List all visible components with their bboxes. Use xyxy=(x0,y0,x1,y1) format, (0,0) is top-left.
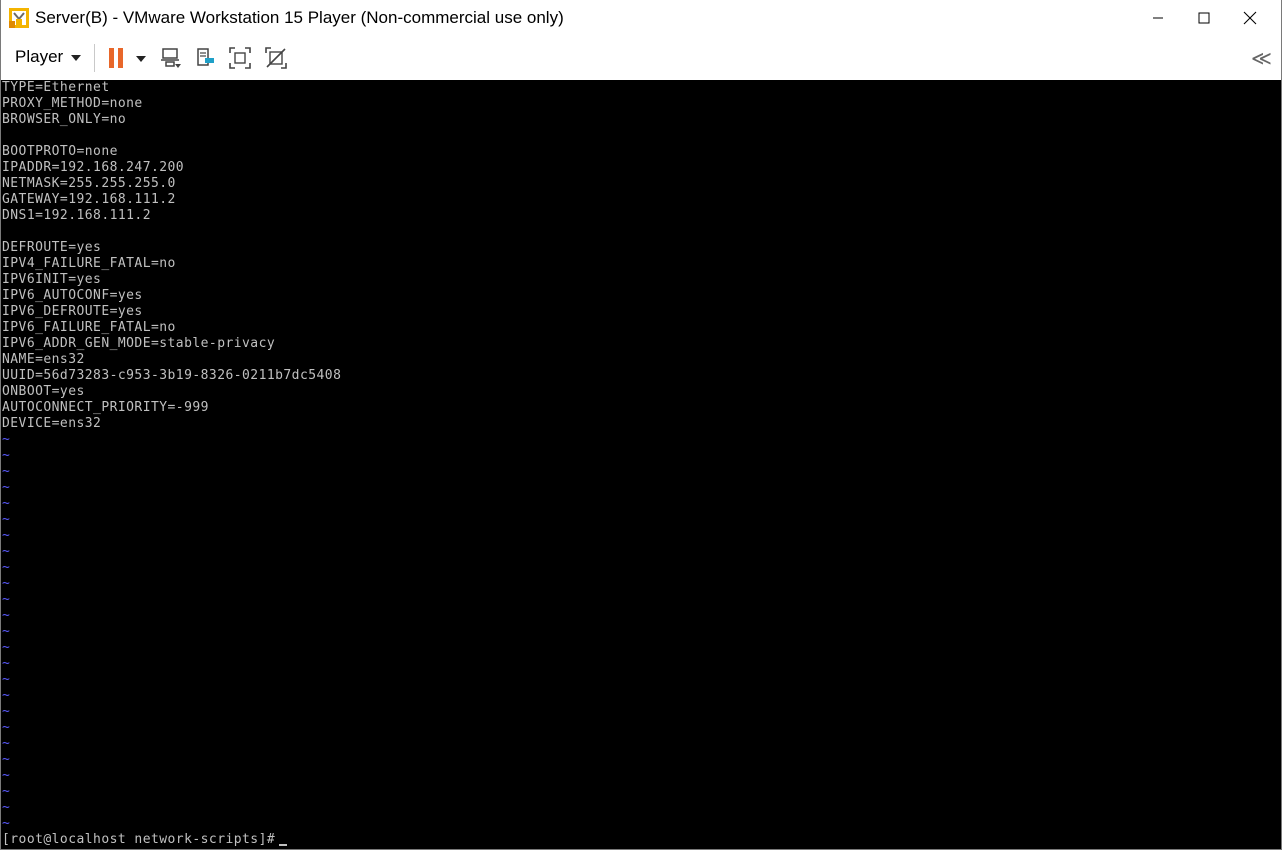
vi-empty-line-marker: ~ xyxy=(2,480,11,495)
console-line: BROWSER_ONLY=no xyxy=(2,112,127,127)
title-bar[interactable]: Server(B) - VMware Workstation 15 Player… xyxy=(1,0,1281,36)
pause-icon xyxy=(109,48,123,68)
vi-empty-line-marker: ~ xyxy=(2,736,11,751)
chevron-down-icon xyxy=(71,54,82,61)
console-line: GATEWAY=192.168.111.2 xyxy=(2,192,176,207)
vi-empty-line-marker: ~ xyxy=(2,448,11,463)
text-cursor xyxy=(279,844,288,846)
vi-empty-line-marker: ~ xyxy=(2,720,11,735)
console-line: PROXY_METHOD=none xyxy=(2,96,143,111)
vi-empty-line-marker: ~ xyxy=(2,816,11,831)
shell-prompt-line: [root@localhost network-scripts]# xyxy=(2,832,288,848)
minimize-button[interactable] xyxy=(1135,0,1181,36)
console-line: BOOTPROTO=none xyxy=(2,144,118,159)
send-ctrl-alt-del-button[interactable] xyxy=(157,44,185,72)
console-line: IPV6_ADDR_GEN_MODE=stable-privacy xyxy=(2,336,276,351)
shell-prompt: [root@localhost network-scripts]# xyxy=(2,832,276,847)
player-menu-button[interactable]: Player xyxy=(9,43,87,71)
vi-empty-line-marker: ~ xyxy=(2,784,11,799)
toolbar: Player ≪ xyxy=(1,36,1281,80)
console-line: AUTOCONNECT_PRIORITY=-999 xyxy=(2,400,209,415)
vi-empty-line-marker: ~ xyxy=(2,432,11,447)
vi-empty-line-marker: ~ xyxy=(2,688,11,703)
unity-icon xyxy=(265,47,287,69)
vi-empty-line-marker: ~ xyxy=(2,560,11,575)
vi-empty-line-marker: ~ xyxy=(2,464,11,479)
removable-devices-button[interactable] xyxy=(193,44,219,72)
maximize-icon xyxy=(1198,12,1210,24)
power-options-dropdown[interactable] xyxy=(134,44,148,72)
console-line: IPV6_DEFROUTE=yes xyxy=(2,304,143,319)
console-line: ONBOOT=yes xyxy=(2,384,85,399)
vi-empty-line-marker: ~ xyxy=(2,576,11,591)
vi-empty-line-marker: ~ xyxy=(2,768,11,783)
fullscreen-icon xyxy=(229,47,251,69)
chevron-down-icon xyxy=(136,55,146,62)
vi-empty-line-marker: ~ xyxy=(2,592,11,607)
console-line: IPV6_AUTOCONF=yes xyxy=(2,288,143,303)
vi-empty-line-marker: ~ xyxy=(2,528,11,543)
vmware-app-icon xyxy=(8,7,30,29)
console-line: IPADDR=192.168.247.200 xyxy=(2,160,185,175)
send-keys-icon xyxy=(161,48,181,68)
unity-mode-button[interactable] xyxy=(262,44,290,72)
vi-empty-line-marker: ~ xyxy=(2,800,11,815)
console-line: DNS1=192.168.111.2 xyxy=(2,208,151,223)
vi-empty-line-marker: ~ xyxy=(2,704,11,719)
console-line: IPV4_FAILURE_FATAL=no xyxy=(2,256,176,271)
console-line: UUID=56d73283-c953-3b19-8326-0211b7dc540… xyxy=(2,368,342,383)
vi-empty-line-marker: ~ xyxy=(2,656,11,671)
full-screen-button[interactable] xyxy=(226,44,254,72)
console-line: IPV6INIT=yes xyxy=(2,272,102,287)
vi-empty-line-marker: ~ xyxy=(2,752,11,767)
vi-empty-line-marker: ~ xyxy=(2,544,11,559)
minimize-icon xyxy=(1153,17,1163,19)
removable-device-icon xyxy=(197,48,214,66)
vi-empty-line-marker: ~ xyxy=(2,672,11,687)
window-title: Server(B) - VMware Workstation 15 Player… xyxy=(35,8,564,27)
collapse-toolbar-button[interactable]: ≪ xyxy=(1247,44,1273,72)
vm-console[interactable]: TYPE=Ethernet PROXY_METHOD=none BROWSER_ON… xyxy=(1,80,1281,849)
console-line: IPV6_FAILURE_FATAL=no xyxy=(2,320,176,335)
pause-vm-button[interactable] xyxy=(105,44,127,72)
toolbar-divider xyxy=(94,44,95,72)
vi-empty-line-marker: ~ xyxy=(2,640,11,655)
console-line: DEVICE=ens32 xyxy=(2,416,102,431)
console-line: NETMASK=255.255.255.0 xyxy=(2,176,176,191)
vmware-player-window: Server(B) - VMware Workstation 15 Player… xyxy=(0,0,1282,850)
vi-empty-line-marker: ~ xyxy=(2,608,11,623)
close-icon xyxy=(1243,11,1257,25)
close-button[interactable] xyxy=(1227,0,1273,36)
player-menu-label: Player xyxy=(15,47,64,66)
console-line: TYPE=Ethernet xyxy=(2,80,110,95)
console-output: TYPE=Ethernet PROXY_METHOD=none BROWSER_ON… xyxy=(2,80,341,832)
console-line: DEFROUTE=yes xyxy=(2,240,102,255)
console-line: NAME=ens32 xyxy=(2,352,85,367)
vi-empty-line-marker: ~ xyxy=(2,496,11,511)
maximize-button[interactable] xyxy=(1181,0,1227,36)
vi-empty-line-marker: ~ xyxy=(2,624,11,639)
vi-empty-line-marker: ~ xyxy=(2,512,11,527)
